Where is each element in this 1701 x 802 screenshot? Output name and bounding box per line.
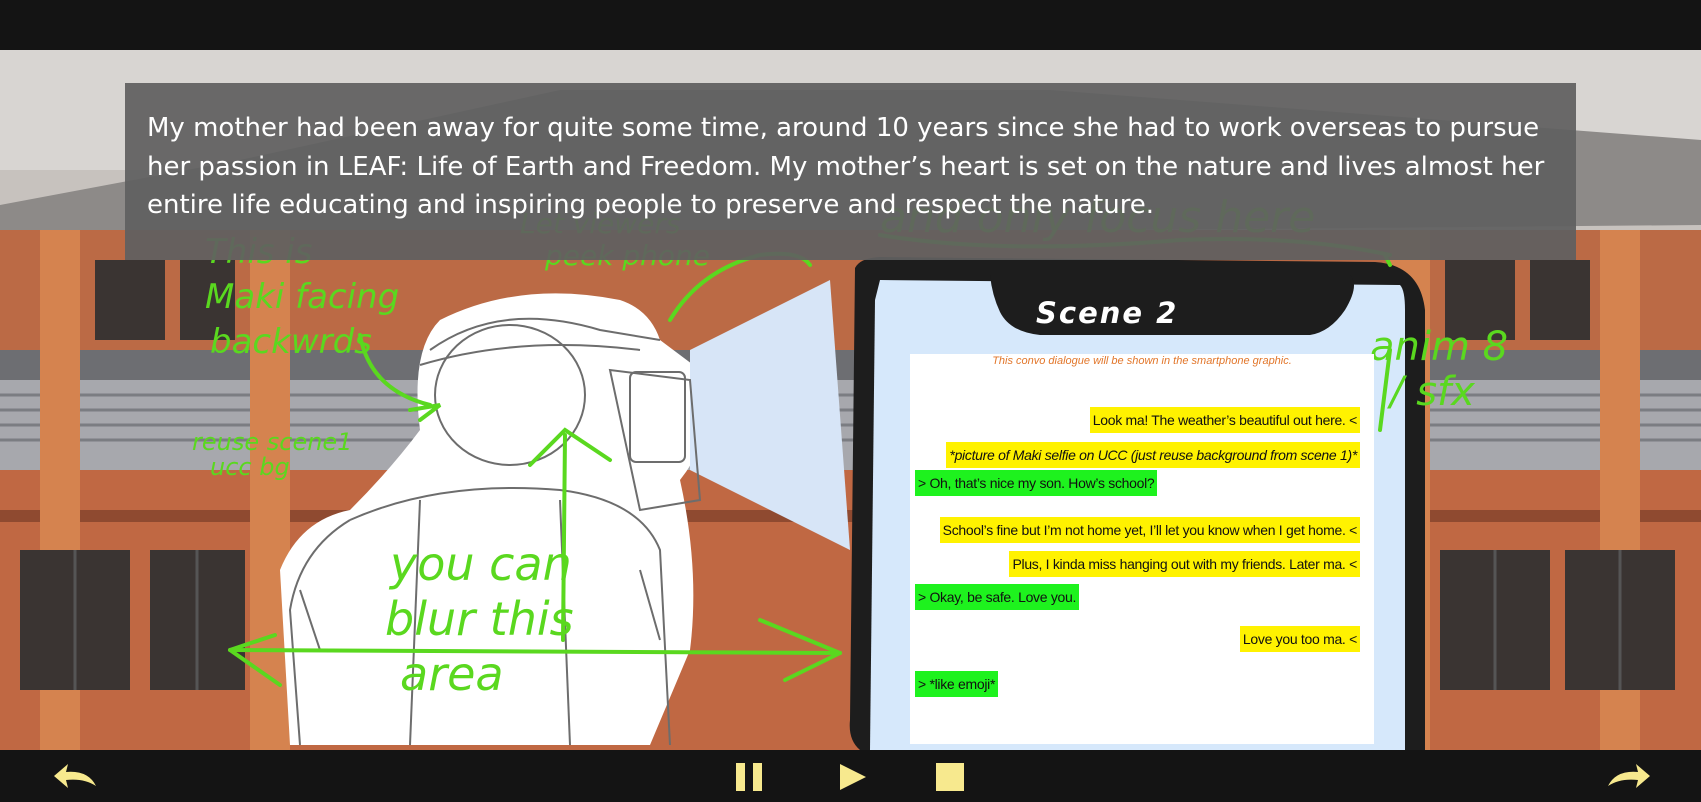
forward-arrow-icon xyxy=(1608,764,1650,788)
next-button[interactable] xyxy=(1604,760,1652,792)
chat-message: > Okay, be safe. Love you. xyxy=(915,584,1080,610)
chat-message: *picture of Maki selfie on UCC (just reu… xyxy=(946,442,1360,468)
chat-note: This convo dialogue will be shown in the… xyxy=(992,355,1292,367)
annotation-reuse-line2: ucc bg xyxy=(210,453,290,481)
stop-button[interactable] xyxy=(935,762,965,792)
chat-message: Love you too ma. < xyxy=(1239,626,1360,652)
back-arrow-icon xyxy=(54,764,96,788)
chat-message: Look ma! The weather’s beautiful out her… xyxy=(1089,407,1360,433)
annotation-anim-line1: anim 8 xyxy=(1370,324,1508,370)
play-button[interactable] xyxy=(838,762,868,792)
phone-scene-label: Scene 2 xyxy=(1036,296,1179,330)
chat-dialogue: This convo dialogue will be shown in the… xyxy=(910,354,1374,744)
storyboard-player: This is Maki facing backwrds reuse scene… xyxy=(0,0,1701,802)
chat-message: Plus, I kinda miss hanging out with my f… xyxy=(1009,551,1360,577)
annotation-anim-line2: / sfx xyxy=(1387,369,1475,415)
top-bar xyxy=(0,0,1701,50)
phone-light-beam xyxy=(690,280,850,550)
annotation-blur-line2: blur this xyxy=(385,592,574,646)
chat-message: School’s fine but I’m not home yet, I’ll… xyxy=(939,517,1360,543)
narration-caption: My mother had been away for quite some t… xyxy=(125,83,1576,260)
back-button[interactable] xyxy=(52,760,100,792)
annotation-blur-line3: area xyxy=(400,647,504,701)
annotation-maki-line2: Maki facing xyxy=(205,277,399,317)
stop-icon xyxy=(936,763,964,791)
annotation-blur-line1: you can xyxy=(388,537,572,591)
pause-icon xyxy=(736,763,762,791)
pause-button[interactable] xyxy=(734,762,764,792)
scene-canvas: This is Maki facing backwrds reuse scene… xyxy=(0,50,1701,750)
chat-message: > Oh, that’s nice my son. How’s school? xyxy=(915,470,1158,496)
narration-text: My mother had been away for quite some t… xyxy=(147,113,1545,220)
playback-controls-bar xyxy=(0,750,1701,802)
annotation-maki-line3: backwrds xyxy=(210,322,372,362)
play-icon xyxy=(840,764,866,790)
annotation-reuse-line1: reuse scene1 xyxy=(192,428,352,456)
chat-message: > *like emoji* xyxy=(915,671,999,697)
